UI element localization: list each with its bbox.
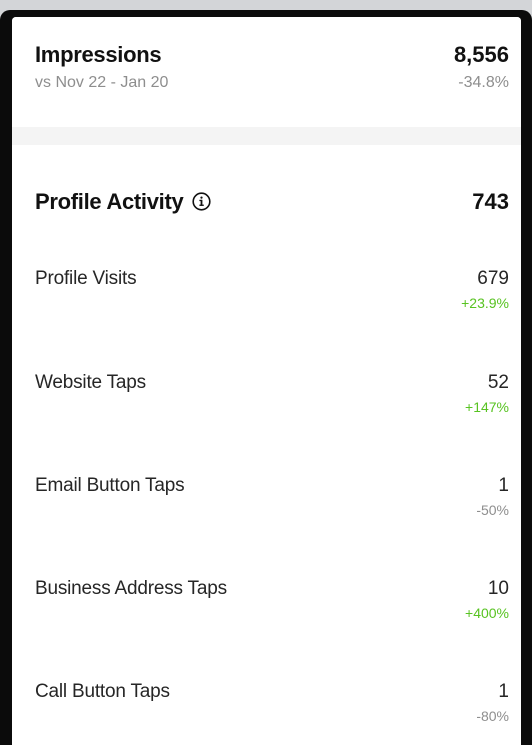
profile-activity-total: 743 xyxy=(472,189,509,214)
item-change: +147% xyxy=(465,399,509,415)
item-change: +400% xyxy=(465,605,509,621)
profile-activity-title: Profile Activity xyxy=(35,189,184,214)
item-label: Website Taps xyxy=(35,372,146,393)
item-label: Email Button Taps xyxy=(35,475,185,496)
impressions-section[interactable]: Impressions vs Nov 22 - Jan 20 8,556 -34… xyxy=(12,17,521,135)
item-change: -50% xyxy=(476,502,509,518)
item-change: -80% xyxy=(476,708,509,724)
item-label: Business Address Taps xyxy=(35,578,227,599)
section-divider xyxy=(12,127,521,145)
item-value: 52 xyxy=(487,372,509,393)
item-label: Call Button Taps xyxy=(35,681,170,702)
impressions-title: Impressions xyxy=(35,42,162,67)
item-change: +23.9% xyxy=(461,295,509,311)
insights-panel: Impressions vs Nov 22 - Jan 20 8,556 -34… xyxy=(12,17,521,745)
item-value: 679 xyxy=(477,268,509,289)
impressions-change: -34.8% xyxy=(458,74,509,91)
item-value: 10 xyxy=(487,578,509,599)
item-value: 1 xyxy=(498,681,509,702)
item-label: Profile Visits xyxy=(35,268,137,289)
device-frame: Impressions vs Nov 22 - Jan 20 8,556 -34… xyxy=(0,10,532,745)
profile-activity-title-wrap: Profile Activity xyxy=(35,189,212,215)
item-value: 1 xyxy=(498,475,509,496)
impressions-date-range: vs Nov 22 - Jan 20 xyxy=(35,74,169,91)
impressions-value: 8,556 xyxy=(453,42,509,67)
info-circle-icon[interactable] xyxy=(192,191,212,211)
